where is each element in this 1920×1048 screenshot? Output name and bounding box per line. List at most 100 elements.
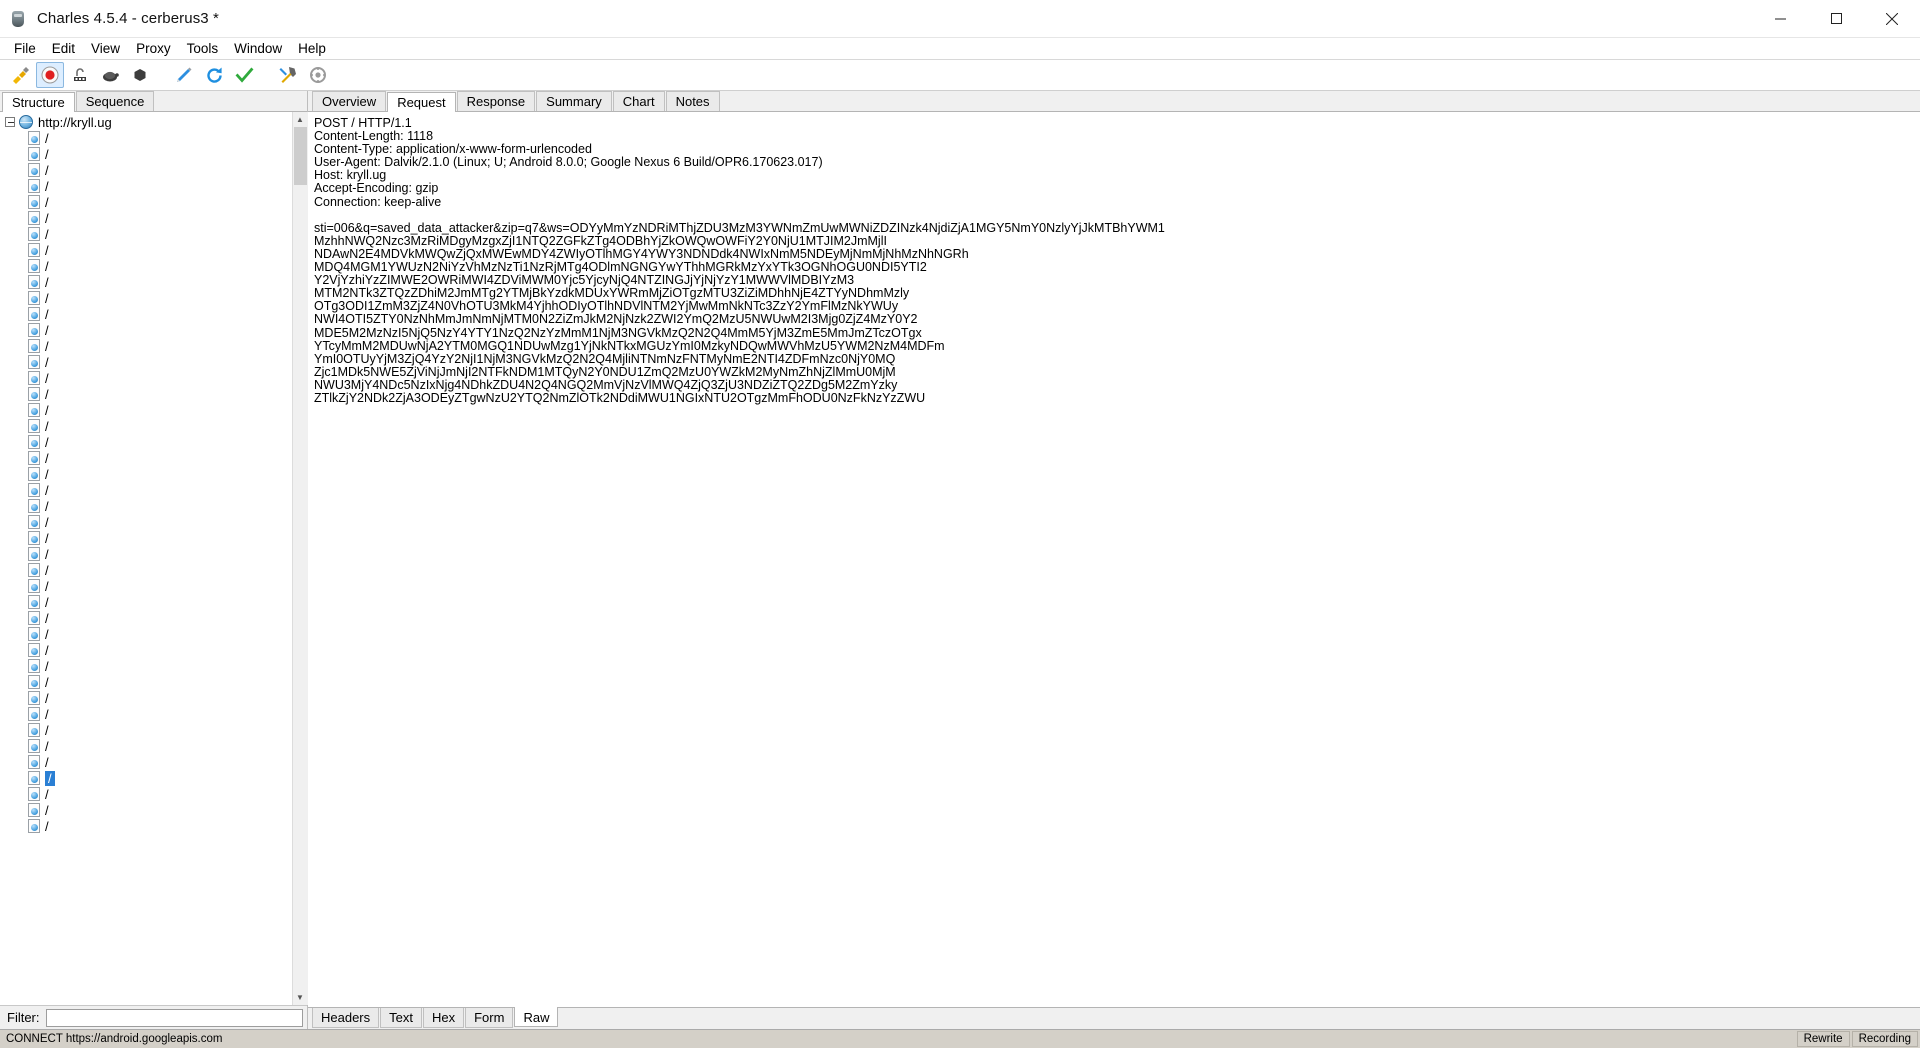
raw-line: Zjc1MDk5NWE5ZjViNjJmNjI2NTFkNDM1MTQyN2Y0… [314,364,896,379]
tree-item-label: / [45,402,49,418]
tab-request[interactable]: Request [387,92,456,112]
tree-item-request[interactable]: / [0,786,292,802]
tree-item-request[interactable]: / [0,242,292,258]
tree-item-request[interactable]: / [0,306,292,322]
tree-item-request[interactable]: / [0,290,292,306]
tab-structure[interactable]: Structure [2,92,75,112]
tree-item-request[interactable]: / [0,578,292,594]
tree-item-request[interactable]: / [0,466,292,482]
tab-response[interactable]: Response [456,91,536,111]
minimize-button[interactable] [1752,0,1808,38]
record-icon[interactable] [36,62,64,88]
scroll-thumb[interactable] [293,127,307,185]
tab-notes[interactable]: Notes [665,91,720,111]
tree-item-request[interactable]: / [0,546,292,562]
scroll-down-arrow[interactable]: ▼ [292,990,308,1005]
tree-item-request[interactable]: / [0,434,292,450]
tree-item-request[interactable]: / [0,322,292,338]
throttling-icon[interactable] [96,62,124,88]
collapse-toggle-icon[interactable] [5,117,15,127]
tree-item-request[interactable]: / [0,690,292,706]
tree-item-request[interactable]: / [0,178,292,194]
tree-item-request[interactable]: / [0,338,292,354]
tree-item-request[interactable]: / [0,194,292,210]
close-button[interactable] [1864,0,1920,38]
tree-item-request[interactable]: / [0,402,292,418]
tree-item-request[interactable]: / [0,802,292,818]
tab-raw[interactable]: Raw [514,1007,559,1027]
tree-item-request[interactable]: / [0,514,292,530]
tab-sequence[interactable]: Sequence [75,91,155,111]
menu-proxy[interactable]: Proxy [128,39,179,59]
raw-request-text[interactable]: POST / HTTP/1.1 Content-Length: 1118 Conte… [308,112,1920,1007]
tab-chart[interactable]: Chart [612,91,665,111]
tree-item-request[interactable]: / [0,754,292,770]
menu-view[interactable]: View [83,39,128,59]
tab-headers[interactable]: Headers [312,1008,380,1028]
breakpoints-icon[interactable] [66,62,94,88]
filter-input[interactable] [45,1008,303,1027]
validate-icon[interactable] [230,62,258,88]
menu-file[interactable]: File [6,39,44,59]
tree-item-request[interactable]: / [0,498,292,514]
tree-item-request[interactable]: / [0,818,292,834]
menu-tools[interactable]: Tools [179,39,227,59]
status-badge-recording[interactable]: Recording [1851,1031,1918,1047]
tree-item-request[interactable]: / [0,162,292,178]
tree-item-request[interactable]: / [0,274,292,290]
tree-item-request[interactable]: / [0,450,292,466]
tab-text[interactable]: Text [380,1008,422,1028]
tree-item-request[interactable]: / [0,226,292,242]
tree-item-request[interactable]: / [0,130,292,146]
scroll-track[interactable] [292,127,308,990]
tree-item-request[interactable]: / [0,386,292,402]
menu-edit[interactable]: Edit [44,39,83,59]
request-document-icon [28,579,40,593]
status-badge-rewrite[interactable]: Rewrite [1796,1031,1850,1047]
tab-summary[interactable]: Summary [536,91,612,111]
tab-form[interactable]: Form [465,1008,514,1028]
right-panel: Overview Request Response Summary Chart … [308,91,1920,1029]
tree-item-request[interactable]: / [0,482,292,498]
tree-item-request[interactable]: / [0,626,292,642]
tree-item-request[interactable]: / [0,530,292,546]
tree-item-request[interactable]: / [0,146,292,162]
tree-item-request[interactable]: / [0,642,292,658]
repeat-icon[interactable] [200,62,228,88]
tree-item-request[interactable]: / [0,722,292,738]
request-document-icon [28,435,40,449]
tree-item-request[interactable]: / [0,594,292,610]
maximize-button[interactable] [1808,0,1864,38]
tree-item-label: / [45,370,49,386]
clear-session-icon[interactable] [6,62,34,88]
tree-scrollbar[interactable]: ▲ ▼ [292,112,308,1005]
tree-item-request[interactable]: / [0,562,292,578]
tree-root-row[interactable]: http://kryll.ug [0,114,292,130]
settings-icon[interactable] [304,62,332,88]
no-caching-icon[interactable] [126,62,154,88]
menu-window[interactable]: Window [226,39,290,59]
tab-hex[interactable]: Hex [422,1008,465,1028]
tree-item-request[interactable]: / [0,674,292,690]
tree-item-request[interactable]: / [0,210,292,226]
tree-item-request[interactable]: / [0,706,292,722]
tree-item-request[interactable]: / [0,610,292,626]
tree-item-request[interactable]: / [0,770,292,786]
tree-item-request[interactable]: / [0,354,292,370]
compose-icon[interactable] [170,62,198,88]
scroll-up-arrow[interactable]: ▲ [292,112,308,127]
tree-item-label: / [45,258,49,274]
tools-icon[interactable] [274,62,302,88]
tree-item-request[interactable]: / [0,258,292,274]
request-document-icon [28,387,40,401]
session-tree[interactable]: http://kryll.ug / / / / / / / / / / / / / / / / / / / / / / / /… [0,112,292,1005]
request-document-icon [28,419,40,433]
tree-item-request[interactable]: / [0,658,292,674]
tree-item-request[interactable]: / [0,418,292,434]
tree-item-request[interactable]: / [0,738,292,754]
tab-overview[interactable]: Overview [312,91,387,111]
tree-item-label: / [45,738,49,754]
tree-item-request[interactable]: / [0,370,292,386]
tree-item-label: / [45,530,49,546]
menu-help[interactable]: Help [290,39,334,59]
